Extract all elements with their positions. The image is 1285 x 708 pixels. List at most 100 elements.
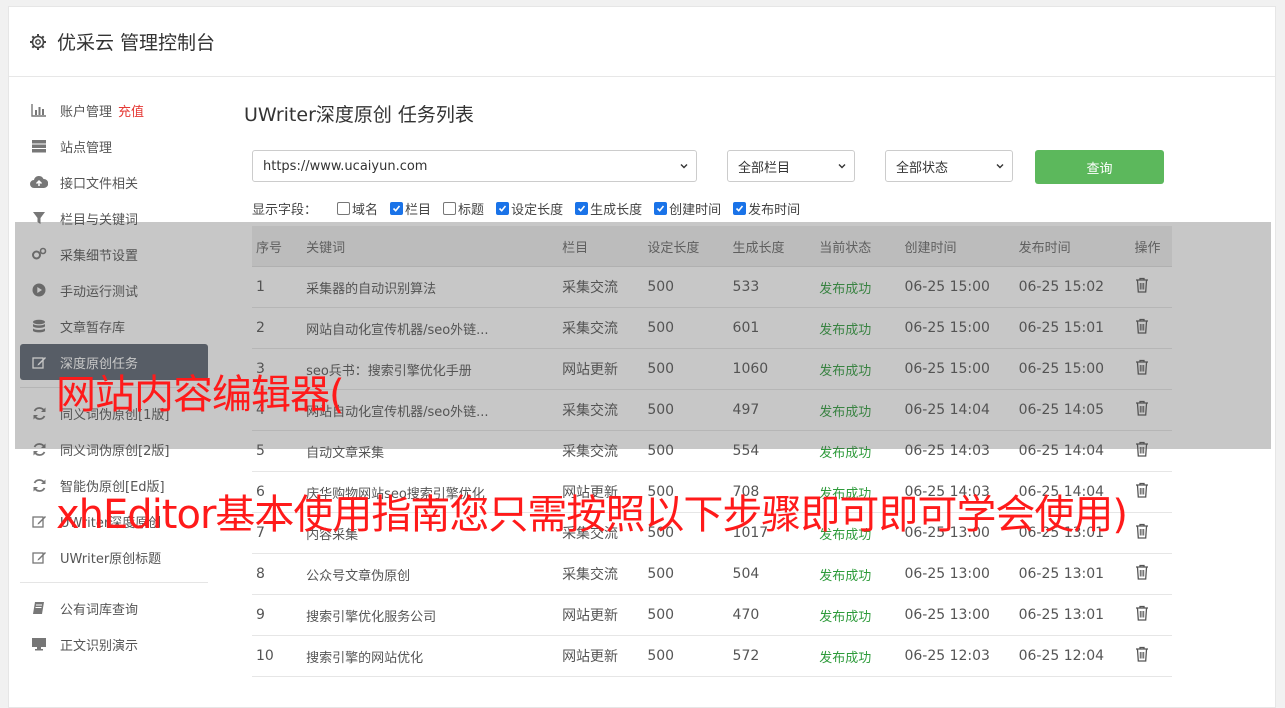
field-checkbox-label: 栏目 — [405, 202, 432, 218]
query-button[interactable]: 查询 — [1035, 150, 1164, 184]
row-created: 06-25 12:03 — [900, 635, 1015, 677]
row-index: 8 — [252, 553, 303, 595]
field-checkbox[interactable]: 域名 — [337, 199, 378, 218]
overlay-headline-line1: 网站内容编辑器( — [56, 372, 345, 418]
sidebar-item-label: 正文识别演示 — [60, 638, 139, 654]
row-created: 06-25 13:00 — [900, 553, 1015, 595]
top-header: 优采云 管理控制台 — [9, 7, 1275, 77]
row-keyword: 搜索引擎的网站优化 — [302, 635, 559, 677]
overlay-headline-line2: xhEditor基本使用指南您只需按照以下步骤即可即可学会使用) — [56, 492, 1128, 538]
sidebar-item-label: UWriter原创标题 — [60, 551, 162, 567]
cloud-upload-icon — [30, 174, 48, 190]
checkbox-checked-icon — [390, 201, 404, 215]
trash-icon[interactable] — [1135, 605, 1149, 621]
site-select-value: https://www.ucaiyun.com — [263, 158, 428, 174]
monitor-icon — [30, 636, 48, 652]
row-published: 06-25 13:01 — [1014, 553, 1131, 595]
checkbox-checked-icon — [654, 201, 668, 215]
checkbox-checked-icon — [575, 201, 589, 215]
field-checkbox-label: 域名 — [352, 202, 379, 218]
field-checkbox[interactable]: 标题 — [443, 199, 484, 218]
field-checkbox[interactable]: 创建时间 — [654, 199, 721, 218]
field-checkbox-label: 设定长度 — [511, 202, 564, 218]
sidebar-item[interactable]: 接口文件相关 — [20, 164, 210, 200]
row-column: 网站更新 — [558, 594, 644, 636]
field-checkbox-label: 标题 — [458, 202, 485, 218]
display-fields: 显示字段： 域名 栏目 标题 设定长度 生成长度 创建时间 发布时间 — [244, 198, 1174, 218]
row-published: 06-25 12:04 — [1014, 635, 1131, 677]
field-checkbox[interactable]: 发布时间 — [733, 199, 800, 218]
row-status: 发布成功 — [815, 594, 901, 636]
checkbox-checked-icon — [733, 201, 747, 215]
table-row: 10 搜索引擎的网站优化 网站更新 500 572 发布成功 06-25 12:03 06-2… — [252, 635, 1172, 677]
row-published: 06-25 13:01 — [1014, 594, 1131, 636]
recharge-link[interactable]: 充值 — [118, 101, 144, 120]
status-select[interactable]: 全部状态 — [885, 150, 1013, 182]
field-checkbox-label: 生成长度 — [590, 202, 643, 218]
field-checkbox-label: 创建时间 — [669, 202, 722, 218]
trash-icon[interactable] — [1135, 523, 1149, 539]
row-actions — [1130, 553, 1172, 595]
checkbox-unchecked-icon — [337, 201, 351, 215]
sidebar-item-label: 接口文件相关 — [60, 176, 139, 192]
sidebar-divider — [20, 582, 208, 583]
sidebar-item-label: 账户管理 — [60, 104, 113, 120]
sidebar-item[interactable]: 正文识别演示 — [20, 626, 210, 662]
table-row: 9 搜索引擎优化服务公司 网站更新 500 470 发布成功 06-25 13:00 06-2… — [252, 594, 1172, 636]
row-column: 采集交流 — [558, 553, 644, 595]
sidebar-item[interactable]: 公有词库查询 — [20, 590, 210, 626]
page-title: UWriter深度原创 任务列表 — [244, 104, 474, 126]
filter-bar: https://www.ucaiyun.com 全部栏目 全部状态 查询 — [244, 150, 1174, 186]
status-select-value: 全部状态 — [896, 160, 949, 176]
row-column: 网站更新 — [558, 635, 644, 677]
table-row: 8 公众号文章伪原创 采集交流 500 504 发布成功 06-25 13:00 06-25 … — [252, 553, 1172, 595]
page: 优采云 管理控制台 账户管理 充值 站点管理 接口文件相关 栏目与关键词 采集细节设置 手动… — [0, 0, 1285, 708]
bar-chart-icon — [30, 102, 48, 118]
sidebar-item-label: 公有词库查询 — [60, 602, 139, 618]
column-select-value: 全部栏目 — [738, 160, 791, 176]
column-select[interactable]: 全部栏目 — [727, 150, 855, 182]
row-actions — [1130, 471, 1172, 513]
checkbox-checked-icon — [496, 201, 510, 215]
trash-icon[interactable] — [1135, 646, 1149, 662]
edit-icon — [30, 549, 48, 565]
row-status: 发布成功 — [815, 635, 901, 677]
server-icon — [30, 138, 48, 154]
field-checkbox[interactable]: 生成长度 — [575, 199, 642, 218]
sidebar-item-label: 站点管理 — [60, 140, 113, 156]
row-set-length: 500 — [643, 594, 729, 636]
checkbox-unchecked-icon — [443, 201, 457, 215]
edit-icon — [30, 513, 48, 529]
row-index: 9 — [252, 594, 303, 636]
row-actions — [1130, 635, 1172, 677]
row-gen-length: 470 — [728, 594, 816, 636]
row-status: 发布成功 — [815, 553, 901, 595]
sidebar-item[interactable]: 账户管理 充值 — [20, 92, 210, 128]
sidebar-item[interactable]: UWriter原创标题 — [20, 539, 210, 575]
chevron-down-icon — [996, 164, 1004, 169]
fields-label: 显示字段： — [252, 202, 318, 218]
gear-icon[interactable] — [29, 33, 47, 51]
trash-icon[interactable] — [1135, 564, 1149, 580]
row-keyword: 搜索引擎优化服务公司 — [302, 594, 559, 636]
row-keyword: 公众号文章伪原创 — [302, 553, 559, 595]
field-checkbox[interactable]: 设定长度 — [496, 199, 563, 218]
row-set-length: 500 — [643, 635, 729, 677]
row-actions — [1130, 594, 1172, 636]
chevron-down-icon — [680, 164, 688, 169]
trash-icon[interactable] — [1135, 482, 1149, 498]
sidebar-item[interactable]: 站点管理 — [20, 128, 210, 164]
chevron-down-icon — [838, 164, 846, 169]
refresh-icon — [30, 477, 48, 493]
book-icon — [30, 600, 48, 616]
site-select[interactable]: https://www.ucaiyun.com — [252, 150, 697, 182]
row-actions — [1130, 512, 1172, 554]
console-title: 优采云 管理控制台 — [57, 32, 216, 54]
row-created: 06-25 13:00 — [900, 594, 1015, 636]
field-checkbox-label: 发布时间 — [748, 202, 801, 218]
row-gen-length: 572 — [728, 635, 816, 677]
row-set-length: 500 — [643, 553, 729, 595]
row-index: 10 — [252, 635, 303, 677]
field-checkbox[interactable]: 栏目 — [390, 199, 431, 218]
row-gen-length: 504 — [728, 553, 816, 595]
